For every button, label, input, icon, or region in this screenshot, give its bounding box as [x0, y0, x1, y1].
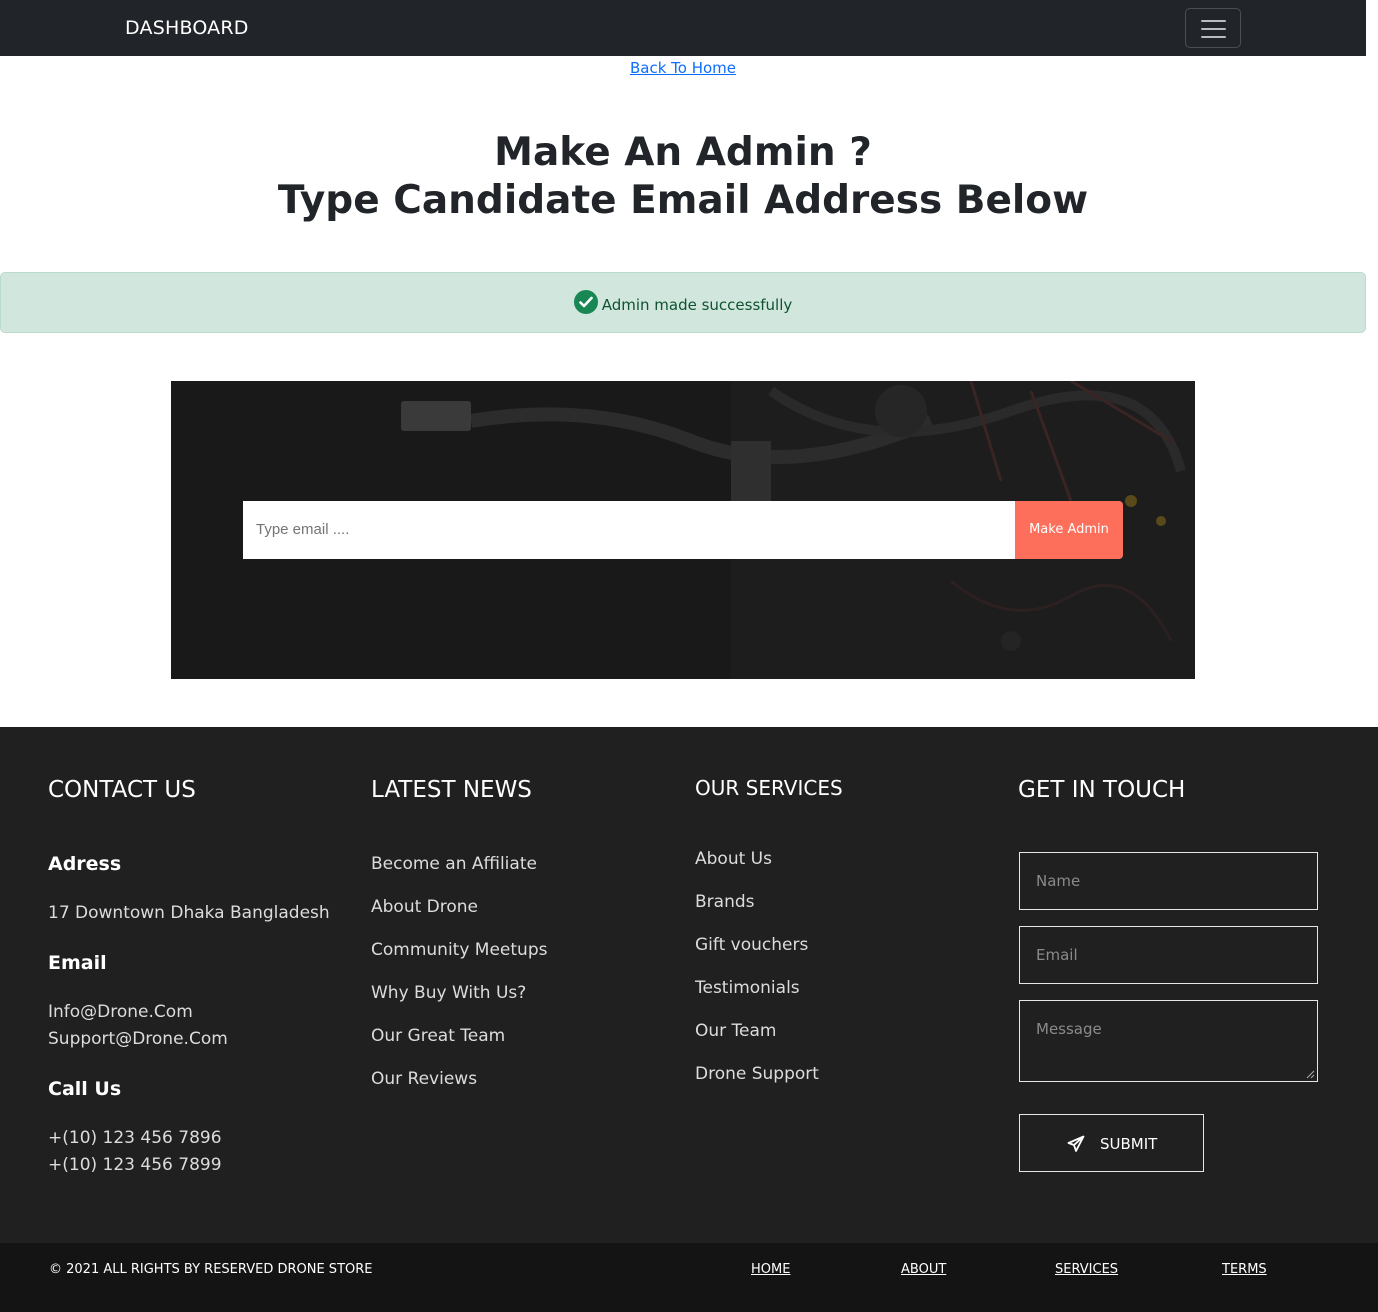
news-link-about-drone[interactable]: About Drone — [371, 897, 478, 917]
submit-button[interactable]: SUBMIT — [1019, 1114, 1204, 1172]
navbar-toggler-button[interactable] — [1185, 8, 1241, 48]
latest-news-heading: LATEST NEWS — [371, 777, 532, 803]
news-link-community[interactable]: Community Meetups — [371, 940, 547, 960]
our-services-heading: OUR SERVICES — [695, 776, 843, 800]
contact-us-heading: CONTACT US — [48, 777, 196, 803]
name-placeholder: Name — [1036, 872, 1081, 890]
get-in-touch-heading: GET IN TOUCH — [1018, 777, 1186, 803]
email-placeholder: Email — [1036, 946, 1078, 964]
address-heading: Adress — [48, 853, 122, 875]
back-to-home-link[interactable]: Back To Home — [0, 59, 1366, 77]
news-link-affiliate[interactable]: Become an Affiliate — [371, 854, 537, 874]
service-link-testimonials[interactable]: Testimonials — [695, 978, 800, 998]
success-alert: Admin made successfully — [0, 272, 1366, 333]
navbar-brand[interactable]: DASHBOARD — [125, 17, 249, 39]
contact-email-1: Info@Drone.Com — [48, 1002, 193, 1022]
check-circle-icon — [573, 290, 598, 314]
contact-phone-1: +(10) 123 456 7896 — [48, 1128, 222, 1148]
contact-email-field[interactable]: Email — [1019, 926, 1318, 984]
copyright-text: © 2021 ALL RIGHTS BY RESERVED DRONE STOR… — [49, 1262, 373, 1277]
news-link-team[interactable]: Our Great Team — [371, 1026, 505, 1046]
service-link-drone-support[interactable]: Drone Support — [695, 1064, 819, 1084]
service-link-gift-vouchers[interactable]: Gift vouchers — [695, 935, 808, 955]
bottom-link-terms[interactable]: TERMS — [1222, 1262, 1267, 1277]
make-admin-button[interactable]: Make Admin — [1015, 501, 1123, 559]
paper-plane-icon — [1067, 1135, 1085, 1152]
email-heading: Email — [48, 952, 107, 974]
bottom-link-home[interactable]: HOME — [751, 1262, 790, 1277]
service-link-brands[interactable]: Brands — [695, 892, 755, 912]
submit-label: SUBMIT — [1100, 1135, 1158, 1153]
service-link-our-team[interactable]: Our Team — [695, 1021, 776, 1041]
admin-email-input[interactable] — [243, 501, 1015, 559]
top-navbar: DASHBOARD — [0, 0, 1366, 56]
bottom-link-about[interactable]: ABOUT — [901, 1262, 946, 1277]
page-title: Make An Admin ? Type Candidate Email Add… — [0, 129, 1366, 225]
address-text: 17 Downtown Dhaka Bangladesh — [48, 903, 330, 923]
contact-email-2: Support@Drone.Com — [48, 1029, 228, 1049]
admin-form-banner: Make Admin — [171, 381, 1195, 679]
call-us-heading: Call Us — [48, 1078, 122, 1100]
bottom-link-services[interactable]: SERVICES — [1055, 1262, 1118, 1277]
resize-handle-icon[interactable] — [1306, 1070, 1315, 1079]
page-title-line-2: Type Candidate Email Address Below — [277, 178, 1089, 223]
bottom-bar: © 2021 ALL RIGHTS BY RESERVED DRONE STOR… — [0, 1243, 1378, 1312]
contact-name-field[interactable]: Name — [1019, 852, 1318, 910]
message-placeholder: Message — [1036, 1020, 1102, 1038]
alert-message: Admin made successfully — [601, 296, 793, 314]
news-link-why-buy[interactable]: Why Buy With Us? — [371, 983, 526, 1003]
news-link-reviews[interactable]: Our Reviews — [371, 1069, 477, 1089]
contact-phone-2: +(10) 123 456 7899 — [48, 1155, 222, 1175]
page-title-line-1: Make An Admin ? — [494, 130, 872, 175]
contact-message-field[interactable]: Message — [1019, 1000, 1318, 1082]
service-link-about-us[interactable]: About Us — [695, 849, 772, 869]
site-footer: CONTACT US Adress 17 Downtown Dhaka Bang… — [0, 727, 1378, 1243]
